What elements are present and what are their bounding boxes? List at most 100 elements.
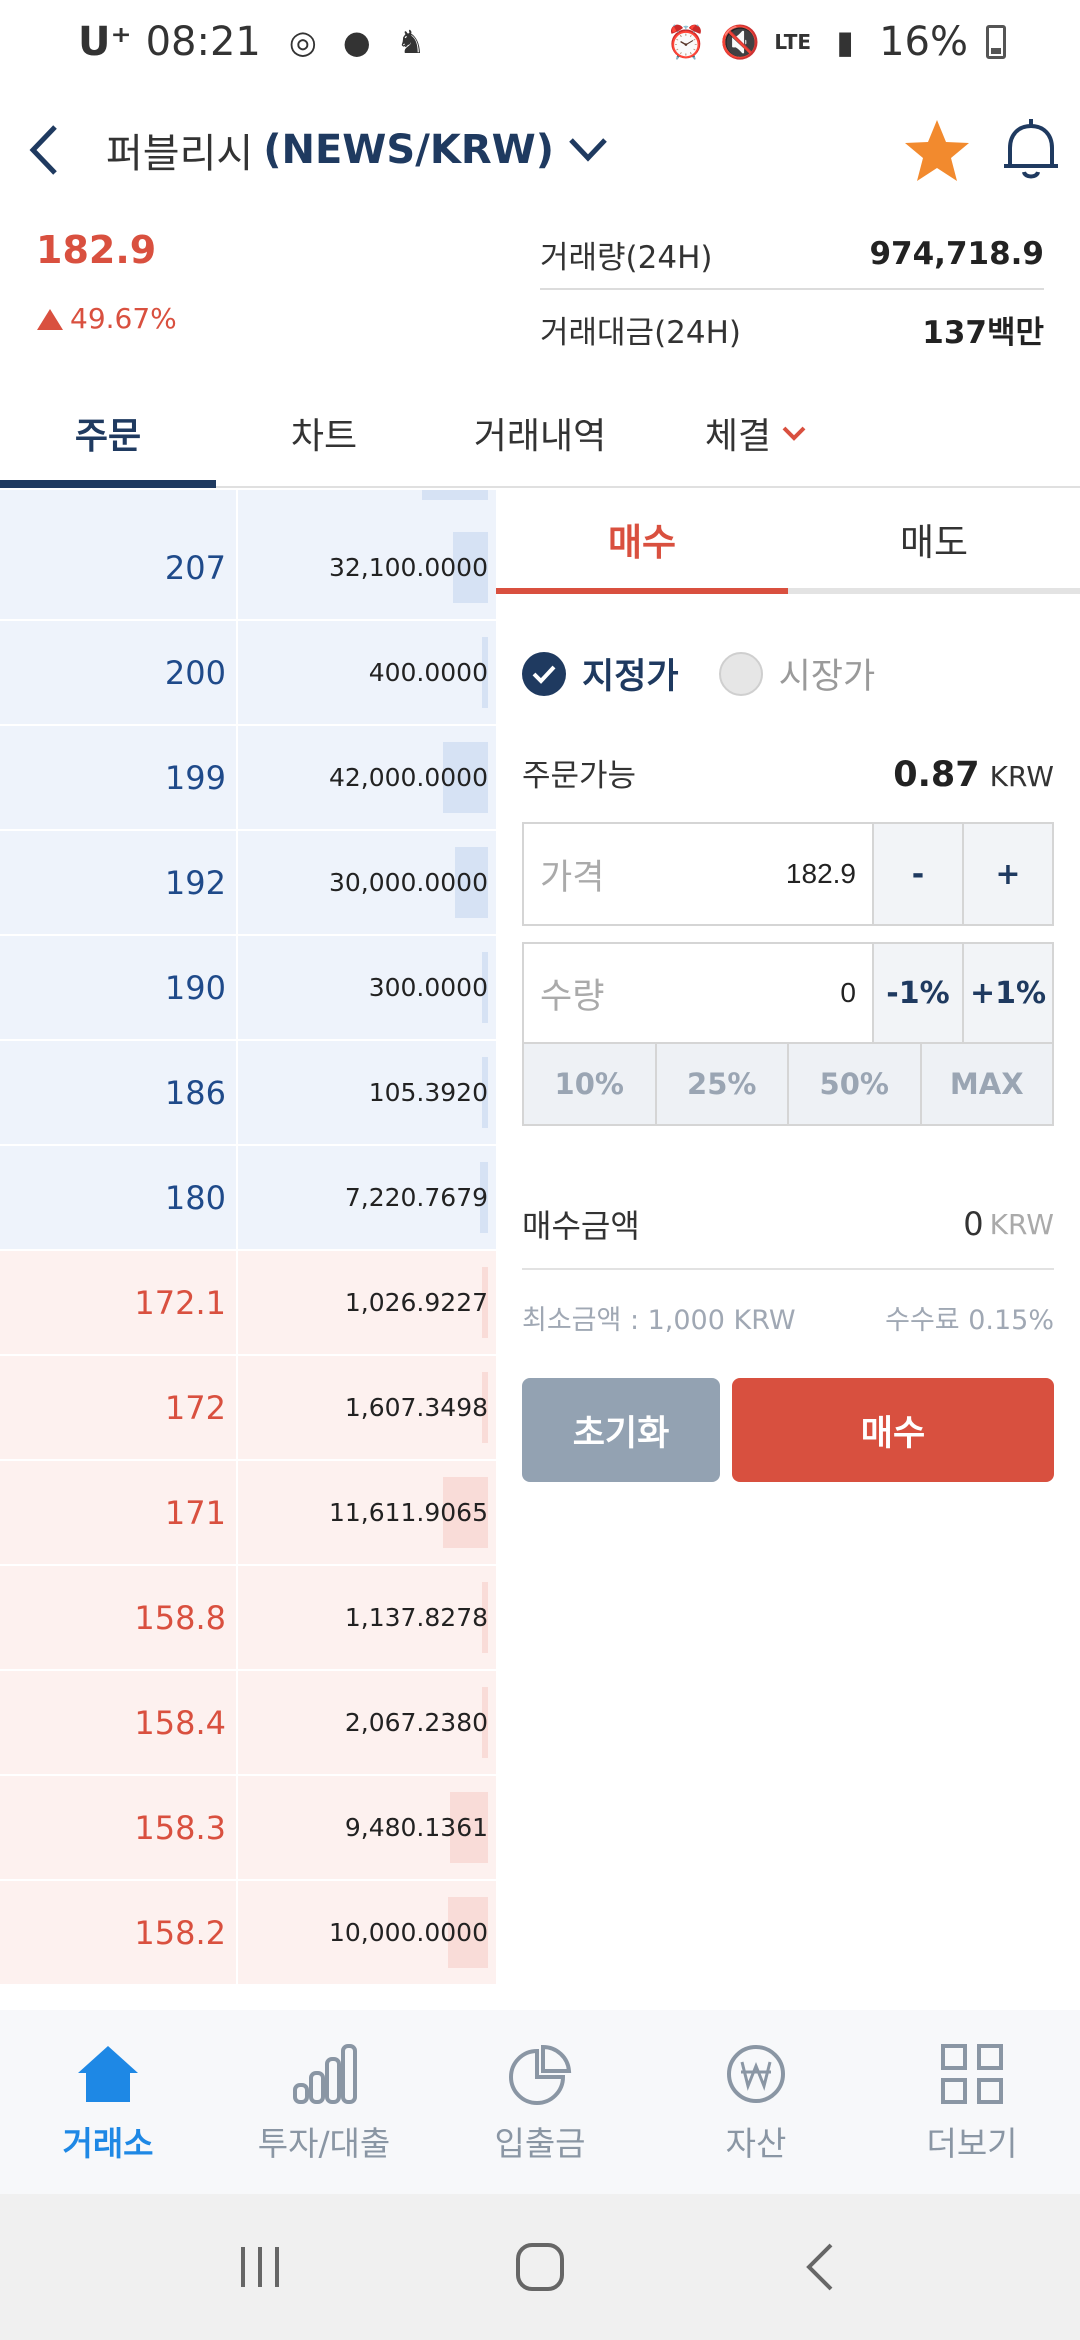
price-change: 49.67%: [36, 302, 177, 335]
reset-button[interactable]: 초기화: [522, 1378, 720, 1482]
price-increase-button[interactable]: +: [962, 824, 1052, 924]
order-qty: 42,000.0000: [238, 726, 496, 829]
pie-chart-icon: [505, 2039, 575, 2109]
back-nav-button[interactable]: [775, 2222, 865, 2312]
star-icon: [905, 120, 969, 181]
amount-value: 137백만: [922, 314, 1044, 351]
ask-row[interactable]: 190 300.0000: [0, 936, 496, 1039]
price-decrease-button[interactable]: -: [872, 824, 962, 924]
order-qty-value: 300.0000: [368, 973, 488, 1002]
quantity-plus-percent-button[interactable]: +1%: [962, 944, 1052, 1042]
limit-order-radio[interactable]: 지정가: [522, 648, 679, 699]
order-price: 172: [0, 1356, 236, 1459]
alarm-button[interactable]: [996, 114, 1066, 184]
tab-history[interactable]: 거래내역: [432, 380, 648, 486]
clock: 08:21: [145, 19, 261, 65]
ask-row[interactable]: 199 42,000.0000: [0, 726, 496, 829]
percent-50-button[interactable]: 50%: [787, 1044, 920, 1124]
coin-pair: (NEWS/KRW): [263, 127, 555, 173]
price-placeholder: 가격: [540, 857, 605, 898]
buy-sell-tabs: 매수 매도: [496, 490, 1080, 594]
ask-row[interactable]: 192 30,000.0000: [0, 831, 496, 934]
total-label: 매수금액: [522, 1207, 640, 1245]
ask-row[interactable]: 180 7,220.7679: [0, 1146, 496, 1249]
order-price: 158.8: [0, 1566, 236, 1669]
total-currency: KRW: [989, 1207, 1054, 1241]
alarm-icon: ⏰: [666, 23, 707, 61]
order-price: 192: [0, 831, 236, 934]
order-qty: 7,220.7679: [238, 1146, 496, 1249]
bid-row[interactable]: 158.8 1,137.8278: [0, 1566, 496, 1669]
coin-selector[interactable]: 퍼블리시 (NEWS/KRW): [106, 121, 608, 179]
price-input-wrap[interactable]: 가격: [524, 824, 872, 924]
bid-row[interactable]: 172.1 1,026.9227: [0, 1251, 496, 1354]
nav-assets-label: 자산: [725, 2124, 787, 2163]
order-total: 매수금액 0 KRW: [522, 1180, 1054, 1270]
nav-invest-label: 투자/대출: [257, 2124, 391, 2163]
check-icon: [522, 651, 566, 696]
order-book[interactable]: 207 32,100.0000 200 400.0000 199 42,000.0000 1…: [0, 490, 496, 2010]
home-nav-button[interactable]: [495, 2222, 585, 2312]
price-input[interactable]: [696, 858, 856, 890]
carrier-label: U⁺: [78, 19, 132, 65]
tab-chart[interactable]: 차트: [216, 380, 432, 486]
bar-chart-icon: [289, 2039, 359, 2109]
order-price: 207: [0, 516, 236, 619]
tab-buy-label: 매수: [607, 521, 677, 564]
tab-order[interactable]: 주문: [0, 380, 216, 488]
tab-history-label: 거래내역: [473, 416, 607, 457]
order-qty: 400.0000: [238, 621, 496, 724]
available-balance: 주문가능 0.87 KRW: [522, 750, 1054, 795]
bid-row[interactable]: 172 1,607.3498: [0, 1356, 496, 1459]
network-type: LTE: [774, 30, 812, 54]
quantity-minus-percent-button[interactable]: -1%: [872, 944, 962, 1042]
tab-sell[interactable]: 매도: [788, 490, 1080, 588]
nav-exchange-label: 거래소: [62, 2124, 154, 2163]
fee-rate: 수수료 0.15%: [885, 1305, 1054, 1336]
favorite-button[interactable]: [902, 116, 972, 186]
available-currency: KRW: [989, 760, 1054, 793]
ask-row[interactable]: 207 32,100.0000: [0, 516, 496, 619]
battery-percent: 16%: [879, 19, 968, 65]
quantity-placeholder: 수량: [540, 976, 605, 1017]
volume-label: 거래량(24H): [540, 239, 713, 276]
available-label: 주문가능: [522, 758, 637, 794]
system-nav-bar: [0, 2194, 1080, 2340]
tab-trades[interactable]: 체결: [648, 380, 864, 486]
change-percent: 49.67%: [70, 302, 177, 335]
quantity-input-wrap[interactable]: 수량: [524, 944, 872, 1042]
percent-25-button[interactable]: 25%: [654, 1044, 788, 1124]
quantity-input[interactable]: [696, 977, 856, 1009]
order-type: 지정가 시장가: [522, 648, 875, 699]
nav-more[interactable]: 더보기: [864, 2010, 1080, 2194]
order-qty: 32,100.0000: [238, 516, 496, 619]
limit-order-label: 지정가: [582, 657, 679, 697]
order-qty: 300.0000: [238, 936, 496, 1039]
order-qty-value: 10,000.0000: [328, 1918, 488, 1947]
ask-row[interactable]: 186 105.3920: [0, 1041, 496, 1144]
order-price: 190: [0, 936, 236, 1039]
coin-name: 퍼블리시: [106, 131, 254, 177]
tab-buy[interactable]: 매수: [496, 490, 788, 594]
nav-assets[interactable]: 자산: [648, 2010, 864, 2194]
chevron-down-icon: [781, 424, 807, 442]
bid-row[interactable]: 158.2 10,000.0000: [0, 1881, 496, 1984]
nav-exchange[interactable]: 거래소: [0, 2010, 216, 2194]
bid-row[interactable]: 158.3 9,480.1361: [0, 1776, 496, 1879]
nav-invest[interactable]: 투자/대출: [216, 2010, 432, 2194]
market-order-radio[interactable]: 시장가: [718, 648, 875, 699]
ask-row[interactable]: 200 400.0000: [0, 621, 496, 724]
nav-deposit[interactable]: 입출금: [432, 2010, 648, 2194]
back-button[interactable]: [12, 118, 76, 182]
available-amount: 0.87: [893, 755, 980, 795]
percent-10-button[interactable]: 10%: [524, 1044, 655, 1124]
grid-icon: [937, 2039, 1007, 2109]
buy-button[interactable]: 매수: [732, 1378, 1054, 1482]
order-price: 158.2: [0, 1881, 236, 1984]
up-triangle-icon: [37, 308, 63, 330]
percent-max-button[interactable]: MAX: [919, 1044, 1053, 1124]
bid-row[interactable]: 158.4 2,067.2380: [0, 1671, 496, 1774]
recent-apps-button[interactable]: [215, 2222, 305, 2312]
bid-row[interactable]: 171 11,611.9065: [0, 1461, 496, 1564]
depth-bar: [422, 490, 488, 500]
